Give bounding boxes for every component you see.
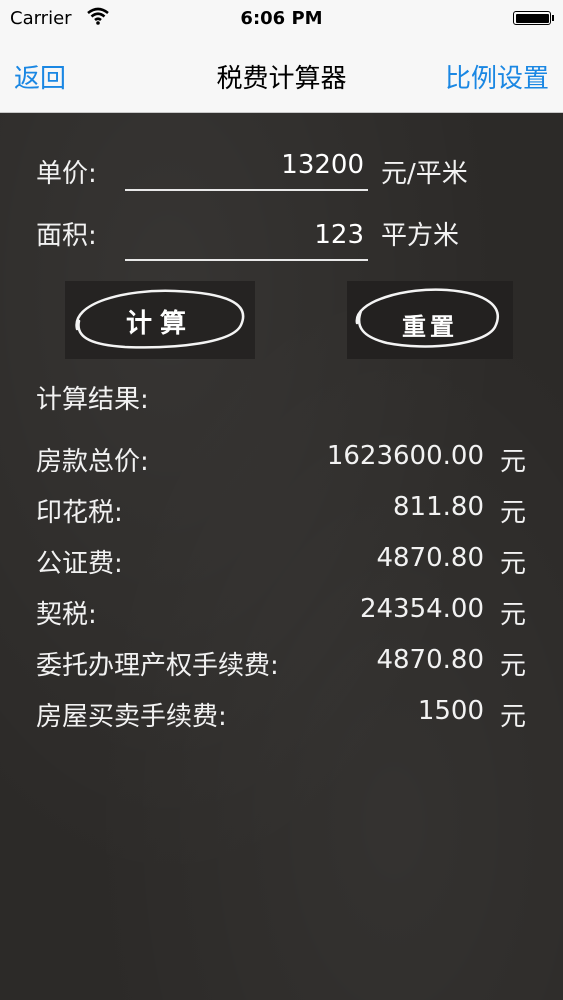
result-unit: 元 [499,549,526,579]
reset-button-label: 重置 [402,313,458,341]
result-row-notary-fee: 公证费: 4870.80 元 [36,543,526,583]
result-value: 1500 [417,696,484,726]
ratio-settings-button[interactable]: 比例设置 [445,58,549,95]
result-row-transaction-fee: 房屋买卖手续费: 1500 元 [36,696,526,736]
status-bar: Carrier 6:06 PM [0,0,563,38]
result-unit: 元 [499,651,526,681]
result-unit: 元 [499,600,526,630]
result-value: 4870.80 [376,543,484,573]
navigation-bar: 返回 税费计算器 比例设置 [0,38,563,113]
unit-price-input[interactable] [125,141,368,189]
unit-price-unit: 元/平米 [381,159,468,189]
result-unit: 元 [499,498,526,528]
result-value: 1623600.00 [326,441,484,471]
area-input[interactable] [125,211,368,259]
calculate-button[interactable]: 计算 [65,281,255,359]
reset-button[interactable]: 重置 [347,281,513,359]
result-row-stamp-tax: 印花税: 811.80 元 [36,492,526,532]
result-label: 契税: [36,600,97,630]
result-label: 印花税: [36,498,123,528]
area-field[interactable] [125,211,368,261]
result-row-deed-tax: 契税: 24354.00 元 [36,594,526,634]
calculate-button-label: 计算 [125,309,194,339]
results-heading: 计算结果: [36,385,149,415]
result-unit: 元 [499,702,526,732]
clock: 6:06 PM [240,8,323,29]
result-label: 房款总价: [36,447,149,477]
back-button[interactable]: 返回 [14,58,66,95]
result-label: 公证费: [36,549,123,579]
area-label: 面积: [36,221,97,251]
result-row-title-service-fee: 委托办理产权手续费: 4870.80 元 [36,645,526,685]
result-value: 811.80 [393,492,484,522]
result-row-total-price: 房款总价: 1623600.00 元 [36,441,526,481]
result-value: 24354.00 [359,594,484,624]
result-label: 委托办理产权手续费: [36,651,279,681]
unit-price-field[interactable] [125,141,368,191]
result-label: 房屋买卖手续费: [36,702,227,732]
result-unit: 元 [499,447,526,477]
battery-icon [513,11,554,25]
unit-price-label: 单价: [36,159,97,189]
chalkboard-panel: 单价: 元/平米 面积: 平方米 计算 重置 计算结果: 房款总价: 16236… [0,113,563,1000]
area-unit: 平方米 [381,221,460,251]
result-value: 4870.80 [376,645,484,675]
